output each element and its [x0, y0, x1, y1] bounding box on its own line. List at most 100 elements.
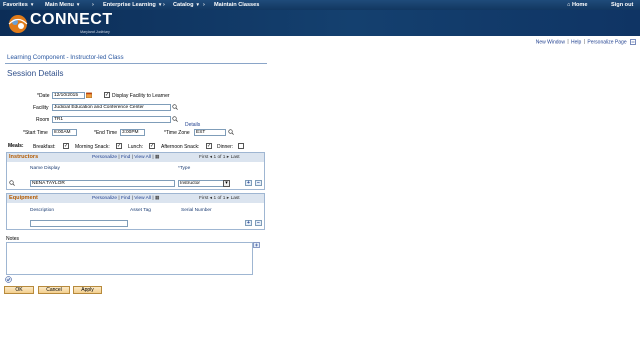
- delete-row-button[interactable]: −: [255, 180, 262, 186]
- dinner-checkbox[interactable]: [238, 143, 244, 149]
- logo-icon: [8, 15, 28, 33]
- end-time-label: *End Time: [94, 130, 118, 136]
- ok-button[interactable]: OK: [4, 286, 34, 294]
- spellcheck-icon[interactable]: [5, 276, 12, 283]
- add-row-button[interactable]: +: [245, 220, 252, 226]
- row-counter: 1 of 1: [213, 155, 226, 160]
- time-zone-input[interactable]: EST: [194, 129, 226, 136]
- expand-notes-icon[interactable]: [253, 242, 260, 248]
- breadcrumb-enterprise-learning[interactable]: Enterprise Learning ▼: [103, 2, 162, 8]
- prev-arrow-icon[interactable]: ◂: [210, 196, 212, 201]
- http-icon[interactable]: [630, 39, 636, 45]
- main-menu-label: Main Menu: [45, 2, 74, 8]
- grid-pager: First ◂ 1 of 1 ▸ Last: [199, 155, 240, 160]
- favorites-menu[interactable]: Favorites ▼: [3, 2, 34, 8]
- app-logo-text: CONNECT: [30, 11, 113, 28]
- apply-button[interactable]: Apply: [73, 286, 102, 294]
- dinner-label: Dinner:: [217, 144, 234, 150]
- next-arrow-icon[interactable]: ▸: [227, 155, 229, 160]
- equipment-grid: Equipment Personalize | Find | View All …: [6, 193, 265, 230]
- room-input[interactable]: TR1: [52, 116, 171, 123]
- meals-label: Meals:: [8, 143, 24, 149]
- morning-snack-checkbox[interactable]: ✓: [116, 143, 122, 149]
- facility-input[interactable]: Judicial Education and Conference Center: [52, 104, 171, 111]
- grid-navigation: Personalize | Find | View All | ▦: [92, 196, 160, 201]
- personalize-page-link[interactable]: Personalize Page: [587, 39, 626, 45]
- view-all-link[interactable]: View All: [134, 196, 151, 201]
- home-link[interactable]: ⌂ Home: [567, 2, 588, 8]
- calendar-icon[interactable]: [86, 92, 92, 98]
- start-time-label: *Start Time: [23, 130, 48, 136]
- time-zone-lookup-icon[interactable]: [228, 129, 234, 135]
- new-window-link[interactable]: New Window: [536, 39, 565, 45]
- details-link[interactable]: Details: [185, 122, 200, 128]
- column-header-name: Name Display: [30, 166, 60, 171]
- breadcrumb-separator-icon: ›: [203, 2, 205, 8]
- breadcrumb-separator-icon: ›: [92, 2, 94, 8]
- section-title: Session Details: [7, 69, 64, 78]
- top-nav-bar: Favorites ▼ Main Menu ▼ › Enterprise Learn…: [0, 0, 640, 10]
- find-link[interactable]: Find: [121, 196, 130, 201]
- main-menu[interactable]: Main Menu ▼: [45, 2, 80, 8]
- room-label: Room: [36, 117, 50, 123]
- start-time-input[interactable]: 8:00AM: [52, 129, 77, 136]
- date-input[interactable]: 12/10/2015: [52, 92, 85, 99]
- instructors-grid: Instructors Personalize | Find | View Al…: [6, 152, 265, 190]
- link-separator: |: [565, 39, 571, 46]
- grid-icon[interactable]: ▦: [155, 196, 160, 201]
- afternoon-snack-checkbox[interactable]: ✓: [206, 143, 212, 149]
- lunch-label: Lunch:: [128, 144, 144, 150]
- facility-label: Facility: [33, 105, 49, 111]
- breadcrumb-maintain-classes[interactable]: Maintain Classes: [214, 2, 259, 8]
- component-title: Learning Component - Instructor-led Clas…: [7, 54, 124, 61]
- first-link[interactable]: First: [199, 196, 208, 201]
- chevron-down-icon[interactable]: ▾: [223, 180, 230, 187]
- personalize-link[interactable]: Personalize: [92, 155, 117, 160]
- help-link[interactable]: Help: [571, 39, 581, 45]
- first-link[interactable]: First: [199, 155, 208, 160]
- morning-snack-label: Morning Snack:: [75, 144, 110, 150]
- find-link[interactable]: Find: [121, 155, 130, 160]
- breakfast-label: Breakfast:: [33, 144, 56, 150]
- grid-icon[interactable]: ▦: [155, 155, 160, 160]
- display-facility-checkbox[interactable]: ✓: [104, 92, 110, 98]
- last-link[interactable]: Last: [231, 155, 240, 160]
- home-icon: ⌂: [567, 2, 571, 8]
- last-link[interactable]: Last: [231, 196, 240, 201]
- view-all-link[interactable]: View All: [134, 155, 151, 160]
- sign-out-link[interactable]: Sign out: [611, 2, 633, 8]
- header-banner: CONNECT Maryland Judiciary: [0, 10, 640, 36]
- dropdown-arrow-icon: ▼: [75, 2, 81, 7]
- breadcrumb-catalog[interactable]: Catalog ▼: [173, 2, 200, 8]
- divider: [5, 63, 267, 64]
- favorites-label: Favorites: [3, 2, 28, 8]
- breakfast-checkbox[interactable]: ✓: [63, 143, 69, 149]
- personalize-link[interactable]: Personalize: [92, 196, 117, 201]
- instructor-name-input[interactable]: NENA TAYLOR: [30, 180, 175, 187]
- dropdown-arrow-icon: ▼: [157, 2, 163, 7]
- row-counter: 1 of 1: [213, 196, 226, 201]
- name-lookup-icon[interactable]: [9, 180, 15, 186]
- afternoon-snack-label: Afternoon Snack:: [161, 144, 200, 150]
- add-row-button[interactable]: +: [245, 180, 252, 186]
- column-header-serial: Serial Number: [181, 208, 212, 213]
- equipment-description-input[interactable]: [30, 220, 128, 227]
- lunch-checkbox[interactable]: ✓: [149, 143, 155, 149]
- end-time-input[interactable]: 3:00PM: [120, 129, 145, 136]
- column-header-description: Description: [30, 208, 54, 213]
- breadcrumb-label: Catalog: [173, 2, 194, 8]
- prev-arrow-icon[interactable]: ◂: [210, 155, 212, 160]
- notes-textarea[interactable]: [6, 242, 253, 275]
- cancel-button[interactable]: Cancel: [38, 286, 70, 294]
- grid-navigation: Personalize | Find | View All | ▦: [92, 155, 160, 160]
- facility-lookup-icon[interactable]: [172, 104, 178, 110]
- room-lookup-icon[interactable]: [172, 116, 178, 122]
- link-separator: |: [582, 39, 587, 46]
- instructors-title: Instructors: [9, 154, 39, 160]
- next-arrow-icon[interactable]: ▸: [227, 196, 229, 201]
- dropdown-arrow-icon: ▼: [29, 2, 35, 7]
- grid-pager: First ◂ 1 of 1 ▸ Last: [199, 196, 240, 201]
- delete-row-button[interactable]: −: [255, 220, 262, 226]
- column-header-type: *Type: [178, 166, 191, 171]
- time-zone-label: *Time Zone: [164, 130, 190, 136]
